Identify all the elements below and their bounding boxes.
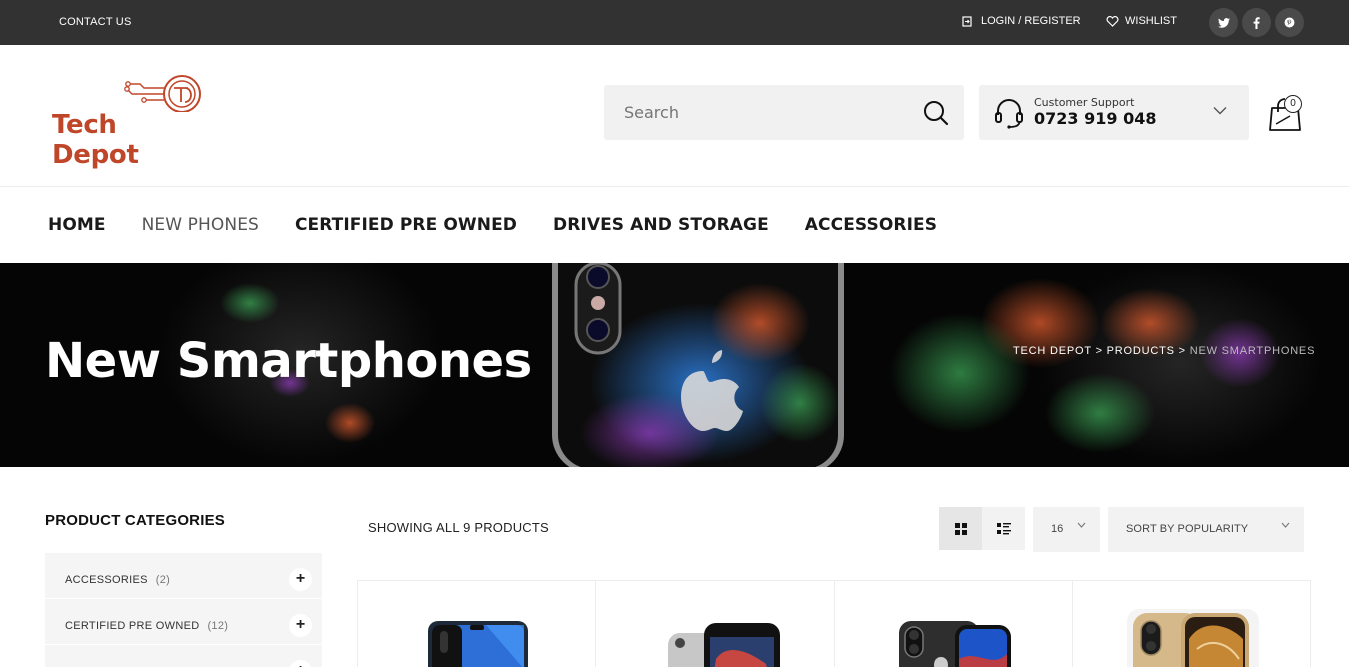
login-register-label: LOGIN / REGISTER — [981, 15, 1081, 27]
nav-home[interactable]: HOME — [48, 215, 106, 235]
login-icon — [962, 15, 972, 27]
hero-banner: New Smartphones TECH DEPOT > PRODUCTS > … — [0, 263, 1349, 467]
nav-new-phones[interactable]: NEW PHONES — [142, 215, 259, 235]
cart-count-badge: 0 — [1284, 95, 1302, 113]
search-button[interactable] — [922, 99, 950, 127]
chevron-down-icon — [1213, 107, 1227, 115]
heart-icon — [1106, 15, 1119, 27]
top-bar: CONTACT US LOGIN / REGISTER WISHLIST — [0, 0, 1349, 45]
nav-drives-and-storage[interactable]: DRIVES AND STORAGE — [553, 215, 769, 235]
breadcrumb: TECH DEPOT > PRODUCTS > NEW SMARTPHONES — [1013, 345, 1315, 357]
pinterest-button[interactable] — [1275, 8, 1304, 37]
category-name: CERTIFIED PRE OWNED — [65, 620, 200, 632]
category-count: (12) — [207, 620, 229, 632]
per-page-select[interactable]: 16 — [1033, 507, 1100, 552]
product-grid — [357, 580, 1311, 667]
search-input[interactable] — [604, 85, 904, 140]
chevron-down-icon — [1281, 522, 1290, 528]
breadcrumb-separator: > — [1095, 345, 1103, 357]
product-image — [428, 621, 528, 667]
main-nav: HOME NEW PHONES CERTIFIED PRE OWNED DRIV… — [48, 215, 937, 235]
breadcrumb-products[interactable]: PRODUCTS — [1107, 345, 1175, 357]
product-image — [898, 621, 1011, 667]
support-phone: 0723 919 048 — [1034, 109, 1157, 128]
category-name: ACCESSORIES — [65, 574, 148, 586]
facebook-icon — [1253, 16, 1260, 29]
product-card[interactable] — [835, 581, 1073, 667]
header-divider — [0, 186, 1349, 187]
product-card[interactable] — [1073, 581, 1311, 667]
nav-accessories[interactable]: ACCESSORIES — [805, 215, 937, 235]
category-label: CERTIFIED PRE OWNED (12) — [65, 620, 228, 632]
grid-view-button[interactable] — [939, 507, 982, 550]
twitter-icon — [1217, 17, 1230, 28]
search-box — [604, 85, 964, 140]
page-title: New Smartphones — [45, 333, 532, 389]
wishlist-link[interactable]: WISHLIST — [1106, 15, 1177, 27]
login-register-link[interactable]: LOGIN / REGISTER — [962, 15, 1081, 27]
product-card[interactable] — [596, 581, 835, 667]
tech-depot-logo[interactable]: Tech Depot — [50, 72, 210, 170]
product-categories-heading: PRODUCT CATEGORIES — [45, 512, 225, 529]
breadcrumb-separator: > — [1178, 345, 1186, 357]
sort-select[interactable]: SORT BY POPULARITY — [1108, 507, 1304, 552]
search-icon — [924, 101, 949, 126]
category-count: (2) — [155, 574, 171, 586]
product-image — [1126, 609, 1259, 667]
breadcrumb-tech-depot[interactable]: TECH DEPOT — [1013, 345, 1092, 357]
list-view-button[interactable] — [982, 507, 1025, 550]
list-icon — [996, 522, 1011, 534]
support-label: Customer Support — [1034, 96, 1135, 109]
category-label: ACCESSORIES (2) — [65, 574, 170, 586]
category-item-certified-pre-owned[interactable]: CERTIFIED PRE OWNED (12) + — [45, 599, 322, 645]
chevron-down-icon — [1077, 522, 1086, 528]
result-count: SHOWING ALL 9 PRODUCTS — [368, 520, 549, 535]
product-image — [668, 623, 781, 667]
pinterest-icon — [1284, 17, 1295, 28]
product-card[interactable] — [358, 581, 597, 667]
logo-text: Tech Depot — [52, 110, 139, 170]
twitter-button[interactable] — [1209, 8, 1238, 37]
contact-us-link[interactable]: CONTACT US — [59, 16, 132, 28]
breadcrumb-current: NEW SMARTPHONES — [1189, 345, 1316, 357]
category-item-partial[interactable]: + — [45, 645, 322, 667]
facebook-button[interactable] — [1242, 8, 1271, 37]
sort-value: SORT BY POPULARITY — [1126, 523, 1249, 535]
nav-certified-pre-owned[interactable]: CERTIFIED PRE OWNED — [295, 215, 517, 235]
expand-plus-icon[interactable]: + — [289, 660, 312, 667]
logo-circuit-icon — [124, 75, 201, 112]
customer-support-dropdown[interactable]: Customer Support 0723 919 048 — [979, 85, 1249, 140]
cart-button[interactable]: 0 — [1266, 94, 1306, 134]
wishlist-label: WISHLIST — [1125, 15, 1177, 27]
grid-icon — [954, 522, 967, 535]
category-item-accessories[interactable]: ACCESSORIES (2) + — [45, 553, 322, 599]
expand-plus-icon[interactable]: + — [289, 614, 312, 637]
per-page-value: 16 — [1051, 523, 1064, 535]
headset-icon — [995, 99, 1023, 129]
expand-plus-icon[interactable]: + — [289, 568, 312, 591]
